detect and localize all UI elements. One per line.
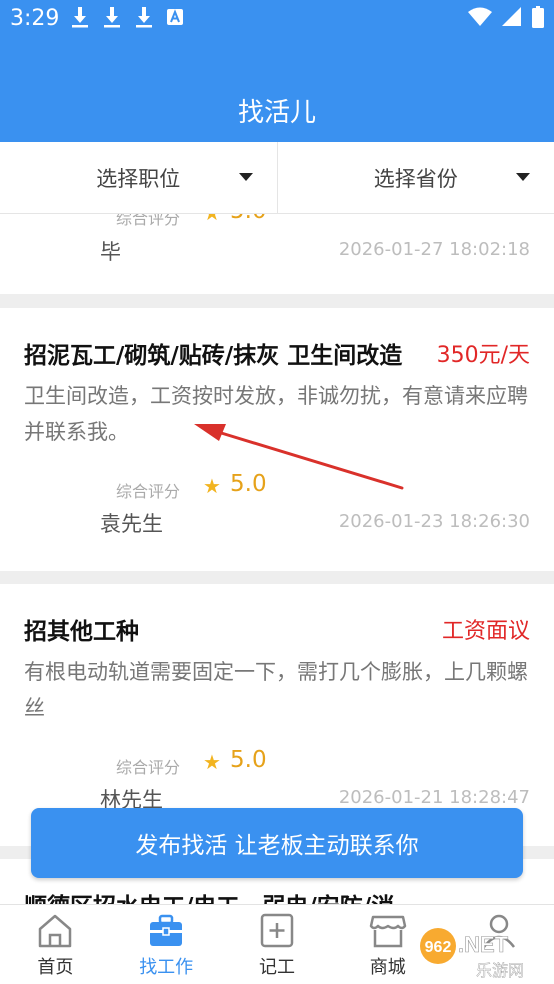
star-icon: ★	[203, 474, 221, 498]
post-date: 2026-01-27 18:02:18	[338, 239, 530, 260]
job-card[interactable]: 招其他工种 工资面议 有根电动轨道需要固定一下，需打几个膨胀，上几颗螺丝 综合评…	[0, 584, 554, 846]
watermark-sub: 乐游网	[476, 961, 524, 980]
dropdown-triangle-icon	[238, 173, 253, 181]
download-icon	[136, 7, 152, 28]
tab-shop-label: 商城	[369, 957, 406, 978]
job-description: 有根电动轨道需要固定一下，需打几个膨胀，上几颗螺丝	[24, 660, 528, 720]
wifi-icon	[468, 7, 492, 26]
publish-job-button[interactable]: 发布找活 让老板主动联系你	[31, 808, 523, 878]
rating-label: 综合评分	[116, 758, 181, 777]
star-icon: ★	[203, 214, 221, 225]
tab-record-label: 记工	[258, 957, 295, 978]
poster-name: 袁先生	[100, 512, 163, 536]
watermark-suffix: .NET	[458, 932, 509, 957]
shop-icon	[369, 915, 407, 948]
watermark-brand: 962	[425, 939, 452, 956]
province-filter[interactable]: 选择省份	[276, 142, 554, 213]
job-description: 卫生间改造，工资按时发放，非诚勿扰，有意请来应聘并联系我。	[24, 384, 528, 444]
signal-icon	[502, 7, 521, 26]
a-icon	[167, 9, 183, 25]
position-filter[interactable]: 选择职位	[0, 142, 277, 213]
rating-score: 5.0	[230, 471, 267, 497]
filter-bar: 选择职位 选择省份	[0, 142, 554, 214]
job-salary: 350元/天	[436, 343, 530, 368]
job-card[interactable]: 招泥瓦工/砌筑/贴砖/抹灰 卫生间改造 350元/天 卫生间改造，工资按时发放，…	[0, 308, 554, 571]
dropdown-triangle-icon	[516, 173, 530, 181]
job-list: 综合评分 ★ 5.0 毕 2026-01-27 18:02:18 招泥瓦工/砌筑…	[0, 214, 554, 904]
add-record-icon	[260, 913, 294, 948]
province-filter-label: 选择省份	[373, 166, 458, 191]
post-date: 2026-01-23 18:26:30	[338, 511, 530, 532]
job-title: 顺德区招水电工/电工、弱电/安防/消	[24, 887, 394, 904]
download-icon	[104, 7, 120, 28]
star-icon: ★	[203, 750, 221, 774]
home-icon	[39, 914, 72, 948]
poster-name: 毕	[100, 240, 121, 264]
watermark-logo: 962 .NET 乐游网	[420, 928, 524, 980]
top-header: 3:29 找活儿	[0, 0, 554, 142]
tab-home[interactable]: 首页	[0, 905, 111, 984]
post-date: 2026-01-21 18:28:47	[338, 787, 530, 808]
rating-score: 5.0	[230, 747, 267, 773]
page-title: 找活儿	[237, 98, 316, 128]
job-card[interactable]: 综合评分 ★ 5.0 毕 2026-01-27 18:02:18	[0, 214, 554, 294]
status-time: 3:29	[10, 6, 60, 31]
tab-find-job-label: 找工作	[139, 957, 194, 978]
tab-home-label: 首页	[37, 957, 74, 978]
status-bar: 3:29	[0, 0, 554, 38]
position-filter-label: 选择职位	[96, 166, 181, 191]
rating-label: 综合评分	[116, 214, 181, 228]
job-title: 招其他工种	[24, 619, 139, 645]
rating-score: 5.0	[230, 214, 267, 224]
briefcase-icon	[150, 914, 183, 946]
job-salary: 工资面议	[441, 619, 530, 644]
job-title: 招泥瓦工/砌筑/贴砖/抹灰 卫生间改造	[24, 343, 403, 369]
tab-record[interactable]: 记工	[222, 905, 333, 984]
rating-label: 综合评分	[116, 482, 181, 501]
battery-icon	[532, 6, 544, 28]
publish-button-label: 发布找活 让老板主动联系你	[135, 833, 419, 859]
tab-find-job[interactable]: 找工作	[111, 905, 222, 984]
download-icon	[72, 7, 88, 28]
